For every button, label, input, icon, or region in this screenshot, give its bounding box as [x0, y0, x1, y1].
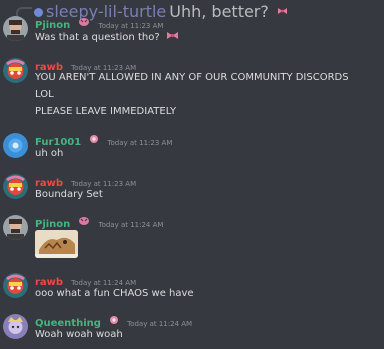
image-attachment[interactable]: [35, 230, 78, 258]
message-line: Boundary Set: [35, 189, 103, 200]
message: rawb Today at 11:23 AM Boundary Set: [0, 174, 384, 204]
pink-tiger-emoji-icon: [78, 17, 90, 30]
timestamp[interactable]: Today at 11:23 AM: [98, 22, 163, 30]
username[interactable]: Pjinon: [35, 20, 70, 31]
avatar[interactable]: [3, 174, 28, 199]
message-line: PLEASE LEAVE IMMEDIATELY: [35, 106, 177, 117]
message: Fur1001 Today at 11:23 AM uh oh: [0, 133, 384, 163]
avatar[interactable]: [3, 215, 28, 240]
avatar[interactable]: [3, 16, 28, 41]
message: rawb Today at 11:23 AM YOU AREN'T ALLOWE…: [0, 58, 384, 120]
message: Pjinon Today at 11:23 AM Was that a ques…: [0, 16, 384, 50]
message-text: Was that a question tho?: [35, 31, 179, 45]
avatar[interactable]: [3, 273, 28, 298]
timestamp[interactable]: Today at 11:24 AM: [127, 320, 192, 328]
pink-tiger-emoji-icon: [78, 216, 90, 229]
message-line: LOL: [35, 89, 54, 100]
username[interactable]: Pjinon: [35, 219, 70, 230]
pink-bow-emoji-icon: [166, 31, 179, 43]
message: rawb Today at 11:24 AM ooo what a fun CH…: [0, 273, 384, 303]
chat-messages: sleepy-lil-turtle Uhh, better? Pjinon Tod…: [0, 0, 384, 349]
message-line: YOU AREN'T ALLOWED IN ANY OF OUR COMMUNI…: [35, 72, 349, 83]
timestamp[interactable]: Today at 11:23 AM: [107, 139, 172, 147]
pink-flower-emoji-icon: [89, 134, 99, 147]
reply-reference[interactable]: sleepy-lil-turtle Uhh, better?: [0, 2, 384, 21]
message: Queenthing Today at 11:24 AM Woah woah w…: [0, 314, 384, 344]
timestamp[interactable]: Today at 11:23 AM: [71, 180, 136, 188]
message-line: Was that a question tho?: [35, 32, 160, 43]
message-line: uh oh: [35, 148, 64, 159]
message-line: Woah woah woah: [35, 329, 123, 340]
avatar[interactable]: [3, 58, 28, 83]
timestamp[interactable]: Today at 11:24 AM: [98, 221, 163, 229]
avatar[interactable]: [3, 314, 28, 339]
timestamp[interactable]: Today at 11:24 AM: [71, 279, 136, 287]
message-line: ooo what a fun CHAOS we have: [35, 288, 194, 299]
pink-flower-emoji-icon: [109, 315, 119, 328]
avatar[interactable]: [3, 133, 28, 158]
